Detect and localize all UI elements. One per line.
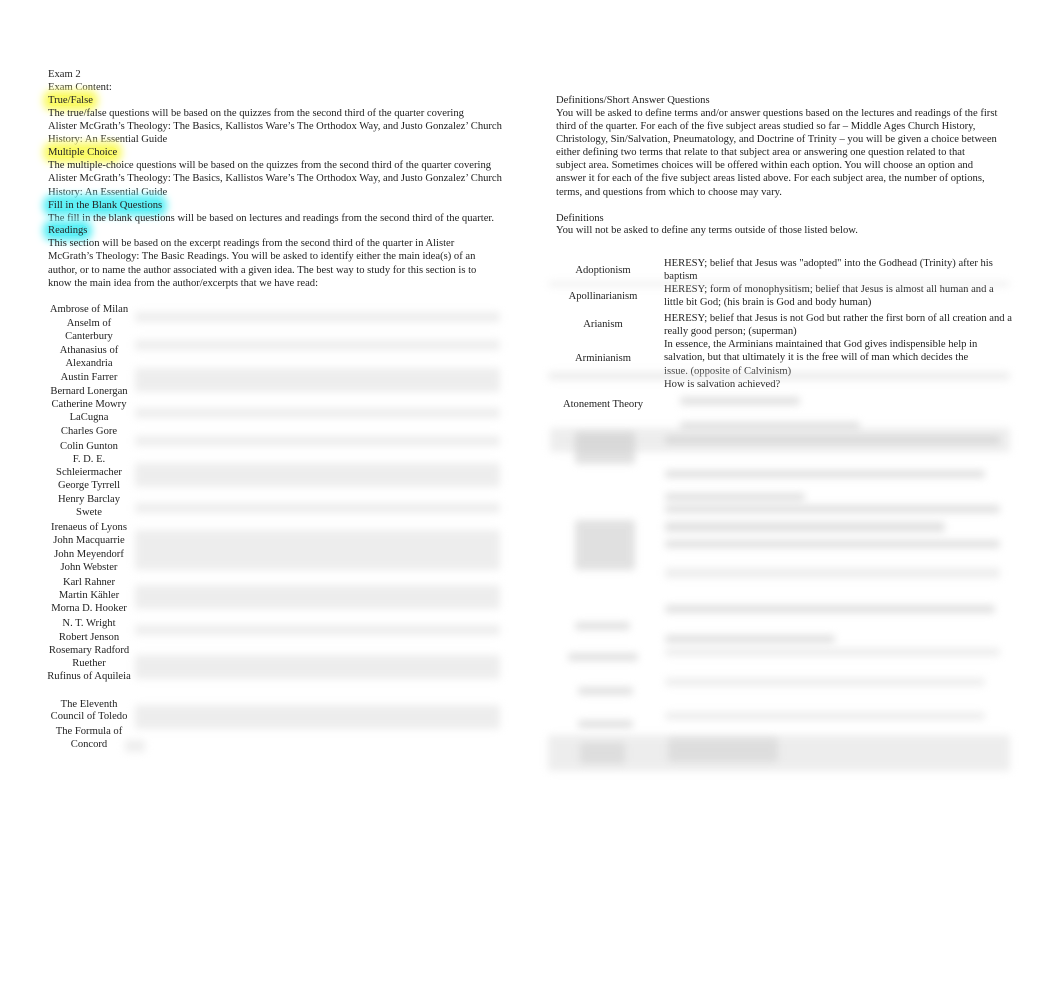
text-line: subject area. Sometimes choices will be … <box>556 160 973 171</box>
redacted-row <box>575 432 635 464</box>
redacted-row <box>665 436 1000 444</box>
heading-multiple-choice: Multiple Choice <box>48 146 118 159</box>
author-name: Rosemary Radford Ruether <box>48 645 130 669</box>
author-name: Martin Kähler <box>58 590 120 601</box>
text-line: The true/false questions will be based o… <box>48 108 464 119</box>
redacted-row <box>665 605 995 613</box>
definition: HERESY; form of monophysitism; belief th… <box>664 284 994 309</box>
author-name: Athanasius of Alexandria <box>59 345 119 369</box>
redacted-row <box>548 372 1010 380</box>
redacted-row <box>135 463 500 487</box>
author-name: Colin Gunton <box>60 441 118 452</box>
heading-true-false: True/False <box>48 94 93 107</box>
doc-subtitle: Exam Content: <box>48 82 112 93</box>
author-name: Charles Gore <box>60 426 118 437</box>
redacted-row <box>135 340 500 350</box>
definitions-note: You will not be asked to define any term… <box>556 225 858 236</box>
text-line: terms, and questions from which to choos… <box>556 187 782 198</box>
redacted-row <box>568 653 638 661</box>
author-name: Bernard Lonergan <box>50 386 128 397</box>
redacted-row <box>578 720 633 728</box>
text-line: either defining two terms that relate to… <box>556 147 965 158</box>
redacted-row <box>135 408 500 418</box>
redacted-row <box>548 282 1010 286</box>
redacted-row <box>548 735 1010 771</box>
author-name: Henry Barclay Swete <box>57 494 121 518</box>
redacted-row <box>578 687 633 695</box>
term: Arminianism <box>575 353 631 364</box>
text-line: History: An Essential Guide <box>48 134 168 145</box>
redacted-row <box>665 505 1000 513</box>
text-line: Alister McGrath’s Theology: The Basics, … <box>48 173 502 184</box>
redacted-row <box>665 470 985 478</box>
author-name: John Macquarrie <box>53 535 125 546</box>
author-name: Catherine Mowry LaCugna <box>51 399 127 423</box>
author-name: The Formula of Concord <box>55 726 123 750</box>
redacted-row <box>665 493 805 501</box>
redacted-row <box>665 522 945 532</box>
text-line: know the main idea from the author/excer… <box>48 278 319 289</box>
heading-short-answer: Definitions/Short Answer Questions <box>556 95 710 106</box>
redacted-row <box>665 712 985 720</box>
highlight: Multiple Choice <box>48 147 118 158</box>
redacted-row <box>135 312 500 322</box>
text-line: The fill in the blank questions will be … <box>48 213 494 224</box>
definition: HERESY; belief that Jesus was "adopted" … <box>664 258 993 283</box>
author-name: George Tyrrell <box>57 480 121 491</box>
redacted-row <box>575 520 635 570</box>
redacted-row <box>135 705 500 729</box>
highlight: True/False <box>48 95 93 106</box>
author-name: Morna D. Hooker <box>51 603 127 614</box>
redacted-row <box>665 648 1000 656</box>
author-name: F. D. E. Schleiermacher <box>56 454 122 478</box>
author-name: Irenaeus of Lyons <box>51 522 127 533</box>
definition: HERESY; belief that Jesus is not God but… <box>664 313 1012 338</box>
term: Adoptionism <box>575 265 631 276</box>
author-name: Anselm of Canterbury <box>65 318 113 342</box>
highlight: Readings <box>48 225 88 236</box>
redacted-row <box>575 622 630 630</box>
author-name: Karl Rahner <box>62 577 116 588</box>
author-name: Ambrose of Milan <box>49 304 129 315</box>
text-line: The multiple-choice questions will be ba… <box>48 160 492 171</box>
author-name: Rufinus of Aquileia <box>47 671 131 682</box>
heading-fill-blank: Fill in the Blank Questions <box>48 199 163 212</box>
redacted-row <box>665 540 1000 548</box>
text-line: third of the quarter. For each of the fi… <box>556 121 976 132</box>
redacted-row <box>125 740 145 752</box>
text-line: McGrath’s Theology: The Basic Readings. … <box>48 251 476 262</box>
author-name: Robert Jenson <box>58 632 120 643</box>
redacted-row <box>135 655 500 679</box>
heading-readings: Readings <box>48 224 88 237</box>
redacted-row <box>680 397 800 405</box>
term: Atonement Theory <box>562 399 644 410</box>
text-line: Christology, Sin/Salvation, Pneumatology… <box>556 134 997 145</box>
term: Apollinarianism <box>568 291 638 302</box>
redacted-row <box>135 436 500 446</box>
author-name: John Meyendorf <box>54 549 124 560</box>
redacted-row <box>665 635 835 643</box>
highlight: Fill in the Blank Questions <box>48 200 163 211</box>
text-line: answer it for each of the five subject a… <box>556 173 985 184</box>
redacted-row <box>665 678 985 686</box>
author-name: N. T. Wright <box>62 618 116 629</box>
redacted-row <box>665 568 1000 578</box>
text-line: This section will be based on the excerp… <box>48 238 455 249</box>
redacted-row <box>135 368 500 392</box>
redacted-row <box>135 530 500 570</box>
term: Arianism <box>583 319 623 330</box>
author-name: John Webster <box>60 562 118 573</box>
doc-title: Exam 2 <box>48 69 81 80</box>
text-line: History: An Essential Guide <box>48 187 168 198</box>
text-line: Alister McGrath’s Theology: The Basics, … <box>48 121 502 132</box>
text-line: You will be asked to define terms and/or… <box>556 108 998 119</box>
author-name: Austin Farrer <box>60 372 118 383</box>
redacted-row <box>135 625 500 635</box>
redacted-row <box>135 585 500 609</box>
redacted-row <box>135 503 500 513</box>
author-name: The Eleventh Council of Toledo <box>50 699 128 722</box>
text-line: author, or to name the author associated… <box>48 265 477 276</box>
